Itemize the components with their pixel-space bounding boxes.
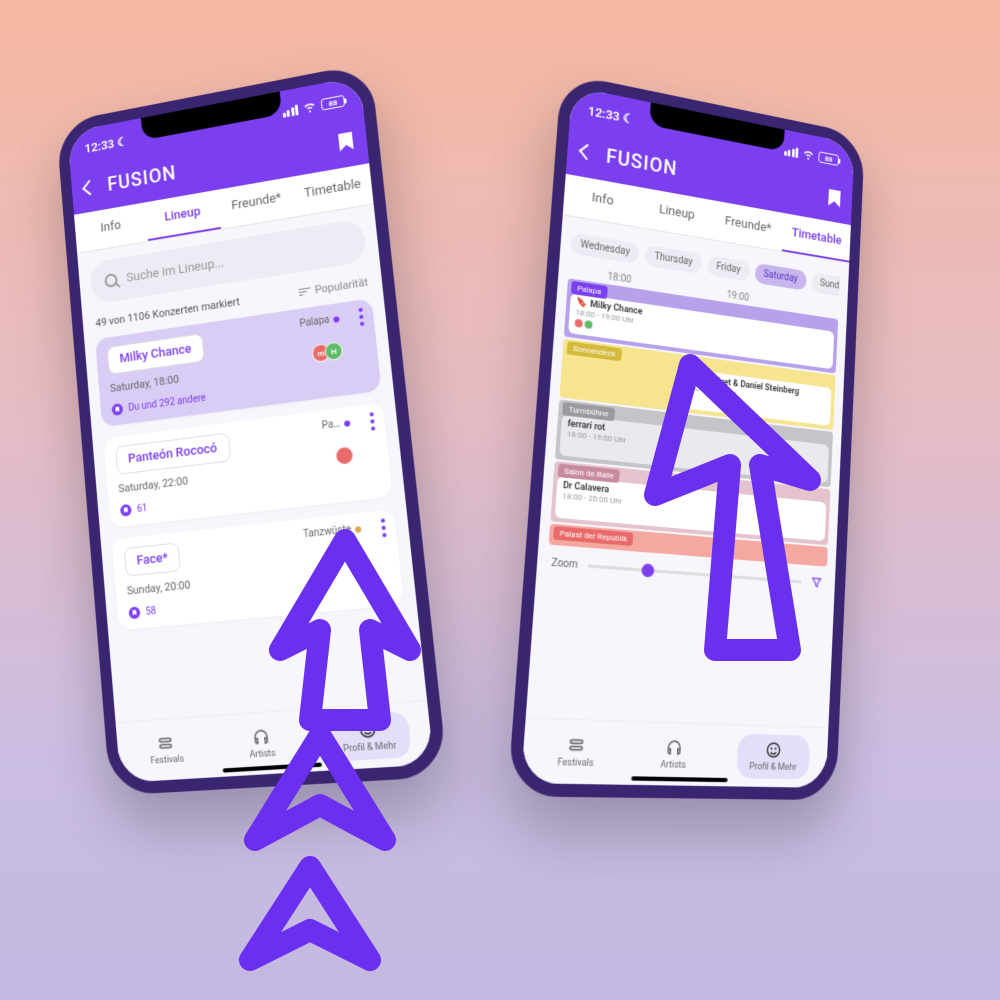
bookmark-small-icon [128,606,140,619]
lane-name: Sonnendeck [567,341,622,361]
nav-festivals[interactable]: Festivals [135,726,199,774]
others-count: 61 [136,502,147,514]
moon-icon: ☾ [622,111,634,127]
search-icon [104,273,118,288]
festivals-icon [567,735,587,755]
face-icon [765,741,782,760]
signal-icon [282,104,299,117]
others-count: Du und 292 andere [128,392,206,413]
wifi-icon [802,147,815,162]
artist-name: Face* [123,542,181,576]
more-icon[interactable] [369,412,375,431]
battery-icon: 88 [321,95,346,111]
bookmark-icon[interactable] [338,132,354,152]
nav-label: Festivals [150,754,185,766]
page-title: FUSION [605,144,677,180]
signal-icon [784,145,799,158]
clock: 12:33 [588,104,621,125]
stage-name: Palapa [299,315,330,330]
page-title: FUSION [107,161,178,196]
search-placeholder: Suche im Lineup... [126,255,225,285]
nav-artists[interactable]: Artists [646,731,701,778]
festivals-icon [157,733,176,752]
day-chip[interactable]: Sunday [811,272,840,299]
nav-label: Artists [660,760,686,771]
back-icon[interactable] [579,144,595,160]
annotation-arrow-icon [250,520,440,740]
day-chip[interactable]: Saturday [754,263,807,291]
battery-icon: 88 [818,151,839,166]
sort-button[interactable]: Popularität [299,276,369,299]
zoom-label: Zoom [551,557,578,571]
artist-name: Milky Chance [107,333,205,375]
nav-label: Profil & Mehr [749,762,797,773]
sort-label: Popularität [314,276,368,297]
nav-label: Festivals [557,758,594,770]
sort-icon [299,287,311,296]
day-chip[interactable]: Friday [707,255,750,282]
nav-festivals[interactable]: Festivals [542,728,610,776]
annotation-arrow-icon [620,340,850,670]
others-count: 58 [145,605,156,617]
nav-profile[interactable]: Profil & Mehr [736,734,811,780]
clock: 12:33 [84,137,115,156]
annotation-arrow-icon [230,855,390,985]
bookmark-small-icon [111,403,123,416]
moon-icon: ☾ [116,134,128,150]
day-chip[interactable]: Thursday [644,245,702,274]
bookmark-icon[interactable] [828,189,841,208]
bookmark-small-icon [120,504,132,517]
more-icon[interactable] [358,308,364,327]
day-chip[interactable]: Wednesday [570,233,640,265]
friend-avatars: m H [316,341,343,363]
stage-name: Pa… [321,418,340,431]
wifi-icon [302,99,317,115]
headphones-icon [665,738,683,757]
back-icon[interactable] [82,180,97,196]
artist-name: Panteón Rococó [115,433,231,475]
friend-avatars [340,445,355,465]
lineup-card[interactable]: Panteón Rococó Saturday, 22:00 Pa… 61 [103,403,392,528]
